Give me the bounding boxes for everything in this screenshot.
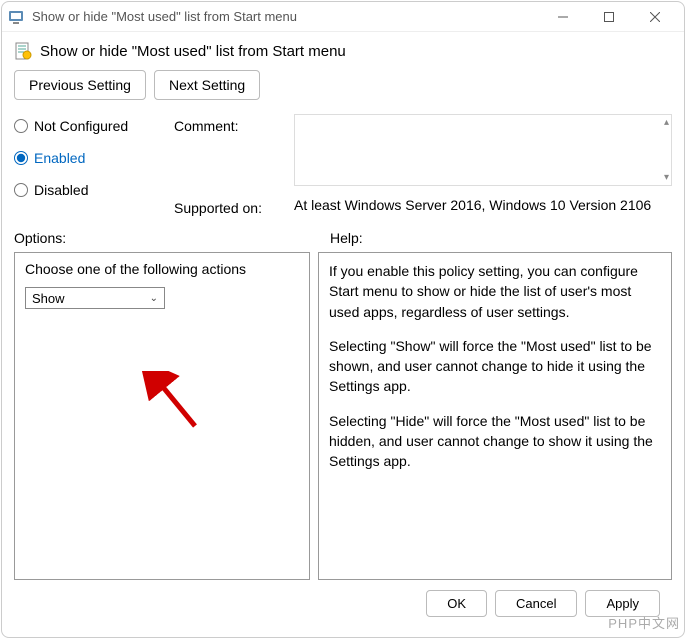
radio-enabled-input[interactable] (14, 151, 28, 165)
policy-dialog: Show or hide "Most used" list from Start… (1, 1, 685, 638)
maximize-button[interactable] (586, 3, 632, 31)
supported-on-label: Supported on: (174, 196, 294, 216)
minimize-button[interactable] (540, 3, 586, 31)
scroll-up-icon[interactable]: ▴ (664, 117, 669, 128)
window-title: Show or hide "Most used" list from Start… (32, 9, 540, 24)
titlebar: Show or hide "Most used" list from Start… (2, 2, 684, 32)
apply-button[interactable]: Apply (585, 590, 660, 617)
action-dropdown[interactable]: Show ⌄ (25, 287, 165, 309)
dropdown-value: Show (32, 291, 65, 306)
help-p3: Selecting "Hide" will force the "Most us… (329, 411, 661, 472)
cancel-button[interactable]: Cancel (495, 590, 577, 617)
content-area: Show or hide "Most used" list from Start… (2, 32, 684, 637)
options-label: Options: (14, 230, 314, 246)
close-button[interactable] (632, 3, 678, 31)
app-icon (8, 9, 24, 25)
section-labels: Options: Help: (14, 230, 672, 246)
radio-disabled[interactable]: Disabled (14, 182, 174, 198)
policy-title: Show or hide "Most used" list from Start… (40, 43, 346, 60)
window-controls (540, 3, 678, 31)
panels: Choose one of the following actions Show… (14, 252, 672, 580)
radio-enabled[interactable]: Enabled (14, 150, 174, 166)
next-setting-button[interactable]: Next Setting (154, 70, 260, 100)
scroll-down-icon[interactable]: ▾ (664, 172, 669, 183)
options-action-label: Choose one of the following actions (25, 261, 299, 277)
comment-textarea[interactable]: ▴ ▾ (294, 114, 672, 186)
state-radio-group: Not Configured Enabled Disabled (14, 114, 174, 198)
header-row: Show or hide "Most used" list from Start… (14, 42, 672, 60)
help-p1: If you enable this policy setting, you c… (329, 261, 661, 322)
radio-enabled-label: Enabled (34, 150, 85, 166)
radio-not-configured-label: Not Configured (34, 118, 128, 134)
help-p2: Selecting "Show" will force the "Most us… (329, 336, 661, 397)
policy-icon (14, 42, 32, 60)
footer: OK Cancel Apply (14, 580, 672, 627)
radio-disabled-input[interactable] (14, 183, 28, 197)
chevron-down-icon: ⌄ (150, 293, 158, 304)
ok-button[interactable]: OK (426, 590, 487, 617)
radio-not-configured-input[interactable] (14, 119, 28, 133)
comment-label: Comment: (174, 114, 294, 134)
help-label: Help: (314, 230, 363, 246)
options-panel: Choose one of the following actions Show… (14, 252, 310, 580)
radio-not-configured[interactable]: Not Configured (14, 118, 174, 134)
radio-disabled-label: Disabled (34, 182, 88, 198)
nav-buttons: Previous Setting Next Setting (14, 70, 672, 100)
help-panel: If you enable this policy setting, you c… (318, 252, 672, 580)
supported-on-text: At least Windows Server 2016, Windows 10… (294, 196, 672, 216)
config-grid: Not Configured Enabled Disabled Comment:… (14, 114, 672, 216)
previous-setting-button[interactable]: Previous Setting (14, 70, 146, 100)
